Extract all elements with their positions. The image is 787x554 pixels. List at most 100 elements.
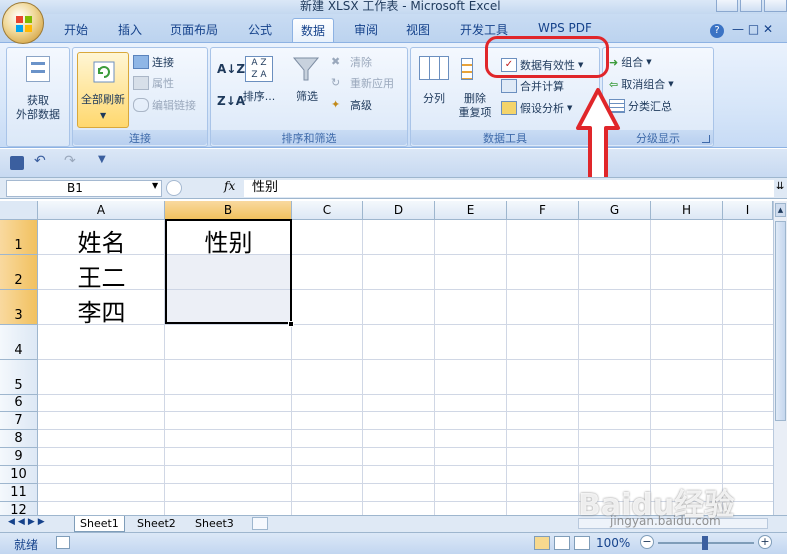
page-layout-view-icon[interactable] <box>554 536 570 550</box>
row-header-12[interactable]: 12 <box>0 502 38 515</box>
clear-filter-button[interactable]: ✖ 清除 <box>331 54 372 70</box>
macro-record-icon[interactable] <box>56 536 70 549</box>
get-external-data-button[interactable]: 获取 外部数据 <box>7 94 69 122</box>
formula-bar: B1 ▼ fx 性别 ⇊ <box>0 177 787 199</box>
reapply-icon: ↻ <box>331 76 341 89</box>
properties-label: 属性 <box>152 77 174 90</box>
row-header-11[interactable]: 11 <box>0 484 38 502</box>
filter-icon <box>292 57 320 81</box>
column-header-a[interactable]: A <box>38 201 165 220</box>
tab-home[interactable]: 开始 <box>64 21 88 38</box>
office-button[interactable] <box>2 2 44 44</box>
row-header-9[interactable]: 9 <box>0 448 38 466</box>
remove-duplicates-button[interactable]: 删除 重复项 <box>455 92 495 120</box>
row-header-1[interactable]: 1 <box>0 220 38 255</box>
sheet-tab-sheet3[interactable]: Sheet3 <box>190 516 239 532</box>
zoom-slider-thumb[interactable] <box>702 536 708 550</box>
ribbon-window-controls[interactable]: — □ ✕ <box>732 22 782 38</box>
connection-icon <box>133 55 149 69</box>
sheet-tab-sheet1[interactable]: Sheet1 <box>74 516 125 532</box>
column-header-e[interactable]: E <box>435 201 507 220</box>
zoom-out-icon[interactable]: − <box>640 535 654 549</box>
column-header-g[interactable]: G <box>579 201 651 220</box>
refresh-all-button[interactable]: 全部刷新 ▼ <box>77 52 129 128</box>
quick-access-toolbar: ↶ ↷ ▼ <box>0 149 787 177</box>
cell-b1[interactable]: 性别 <box>165 223 292 258</box>
select-all-corner[interactable] <box>0 201 38 220</box>
row-number: 1 <box>14 238 23 253</box>
column-header-c[interactable]: C <box>292 201 363 220</box>
tab-page-layout[interactable]: 页面布局 <box>170 21 218 38</box>
group-button[interactable]: ➜ 组合 ▼ <box>609 54 652 70</box>
sort-ascending-icon[interactable]: A↓Z <box>217 62 245 76</box>
page-break-view-icon[interactable] <box>574 536 590 550</box>
cell-a3[interactable]: 李四 <box>38 293 165 328</box>
name-box[interactable]: B1 <box>6 180 162 197</box>
connections-label: 连接 <box>152 56 174 69</box>
row-header-2[interactable]: 2 <box>0 255 38 290</box>
advanced-filter-button[interactable]: ✦ 高级 <box>331 97 372 113</box>
row-header-7[interactable]: 7 <box>0 412 38 430</box>
maximize-button[interactable] <box>740 0 762 12</box>
zoom-level[interactable]: 100% <box>596 536 630 550</box>
minimize-button[interactable] <box>716 0 738 12</box>
row-header-5[interactable]: 5 <box>0 360 38 395</box>
connections-button[interactable]: 连接 <box>133 54 174 70</box>
row-header-4[interactable]: 4 <box>0 325 38 360</box>
reapply-button[interactable]: ↻ 重新应用 <box>331 75 394 91</box>
scroll-thumb[interactable] <box>775 221 786 421</box>
tab-formulas[interactable]: 公式 <box>248 21 272 38</box>
close-button[interactable] <box>764 0 787 12</box>
row-number: 8 <box>14 431 23 446</box>
vertical-scrollbar[interactable]: ▲ <box>773 201 787 515</box>
scroll-up-icon[interactable]: ▲ <box>775 203 786 217</box>
column-header-b[interactable]: B <box>165 201 292 220</box>
sheet-tab-sheet2[interactable]: Sheet2 <box>132 516 181 532</box>
worksheet-grid[interactable]: A B C D E F G H I 1 2 3 4 5 6 7 8 9 10 1… <box>0 201 787 515</box>
expand-toggle-icon[interactable] <box>166 180 182 196</box>
edit-links-button[interactable]: 编辑链接 <box>133 97 196 113</box>
properties-button[interactable]: 属性 <box>133 75 174 91</box>
formula-input[interactable]: 性别 <box>244 180 774 197</box>
what-if-analysis-button[interactable]: 假设分析 ▼ <box>501 100 572 116</box>
insert-sheet-icon[interactable] <box>252 517 268 530</box>
row-header-3[interactable]: 3 <box>0 290 38 325</box>
cell-a2[interactable]: 王二 <box>38 258 165 293</box>
text-to-columns-button[interactable]: 分列 <box>417 92 451 106</box>
cell-a1[interactable]: 姓名 <box>38 223 165 258</box>
fill-handle[interactable] <box>288 321 294 327</box>
tab-data[interactable]: 数据 <box>292 18 335 43</box>
row-number: 10 <box>10 467 27 482</box>
group-connections: 全部刷新 ▼ 连接 属性 编辑链接 连接 <box>72 47 208 147</box>
consolidate-label: 合并计算 <box>520 80 564 93</box>
tab-view[interactable]: 视图 <box>406 21 430 38</box>
database-icon <box>26 56 50 82</box>
dialog-launcher-icon[interactable] <box>702 135 710 143</box>
chevron-down-icon[interactable]: ▼ <box>152 181 158 190</box>
save-icon[interactable] <box>10 156 24 170</box>
column-header-d[interactable]: D <box>363 201 435 220</box>
zoom-in-icon[interactable]: + <box>758 535 772 549</box>
advanced-label: 高级 <box>350 99 372 112</box>
row-header-6[interactable]: 6 <box>0 395 38 412</box>
sheet-navigation-icon[interactable]: ◀◀▶▶ <box>8 517 48 527</box>
column-header-f[interactable]: F <box>507 201 579 220</box>
column-header-i[interactable]: I <box>723 201 773 220</box>
insert-function-icon[interactable]: fx <box>224 179 235 193</box>
help-icon[interactable]: ? <box>710 24 724 38</box>
column-header-h[interactable]: H <box>651 201 723 220</box>
sort-button[interactable]: 排序... <box>239 90 279 104</box>
row-header-8[interactable]: 8 <box>0 430 38 448</box>
undo-icon[interactable]: ↶ <box>34 153 46 169</box>
customize-qat-icon[interactable]: ▼ <box>98 154 106 165</box>
redo-icon[interactable]: ↷ <box>64 153 76 169</box>
tab-wps-pdf[interactable]: WPS PDF <box>538 21 592 35</box>
gridline <box>38 394 773 395</box>
normal-view-icon[interactable] <box>534 536 550 550</box>
tab-insert[interactable]: 插入 <box>118 21 142 38</box>
expand-formula-icon[interactable]: ⇊ <box>776 181 784 192</box>
row-header-10[interactable]: 10 <box>0 466 38 484</box>
filter-button[interactable]: 筛选 <box>291 90 323 104</box>
tab-review[interactable]: 审阅 <box>354 21 378 38</box>
consolidate-button[interactable]: 合并计算 <box>501 78 564 94</box>
